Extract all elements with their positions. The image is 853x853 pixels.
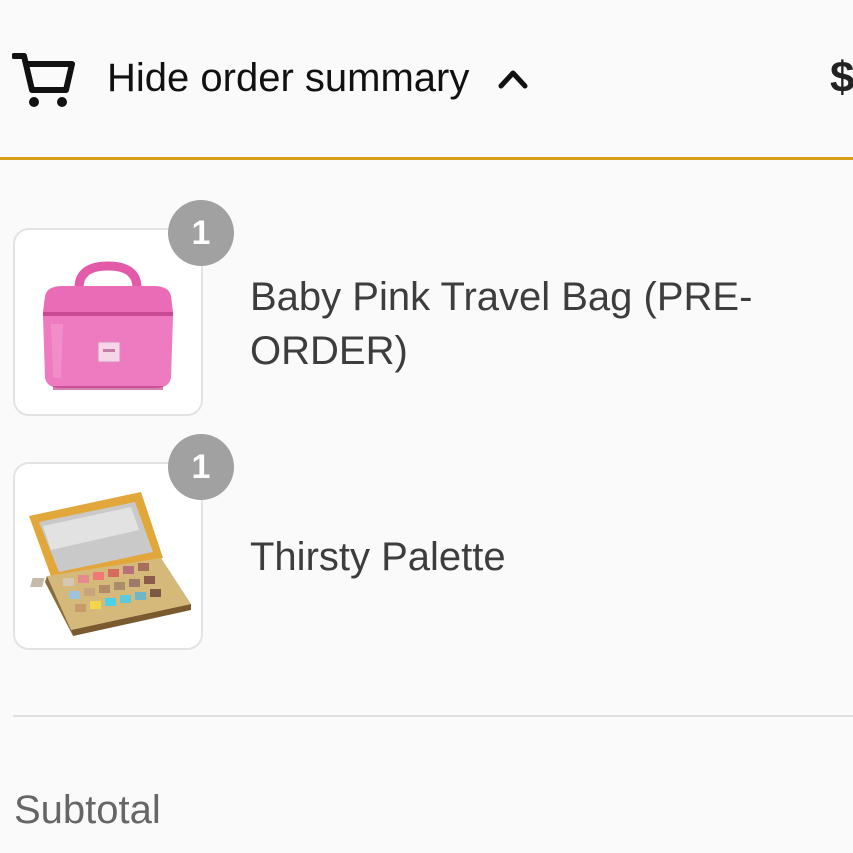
toggle-label: Hide order summary <box>107 56 470 100</box>
quantity-badge: 1 <box>168 434 234 500</box>
quantity-badge: 1 <box>168 200 234 266</box>
pink-travel-bag-image <box>43 261 173 390</box>
section-divider <box>13 715 853 717</box>
order-total-price: $ <box>830 53 853 102</box>
product-thumbnail: 1 <box>13 200 234 416</box>
eyeshadow-palette-image <box>29 492 191 636</box>
product-name: Baby Pink Travel Bag (PRE-ORDER) <box>250 275 753 373</box>
shopping-cart-icon <box>12 53 75 107</box>
checkout-order-summary-page: Hide order summary $ 1 Baby Pink Travel … <box>0 0 853 853</box>
order-summary-toggle[interactable]: Hide order summary $ <box>0 0 853 160</box>
product-name: Thirsty Palette <box>250 535 506 579</box>
subtotal-label: Subtotal <box>14 788 161 832</box>
chevron-up-icon <box>498 70 528 89</box>
product-thumbnail: 1 <box>13 434 234 650</box>
